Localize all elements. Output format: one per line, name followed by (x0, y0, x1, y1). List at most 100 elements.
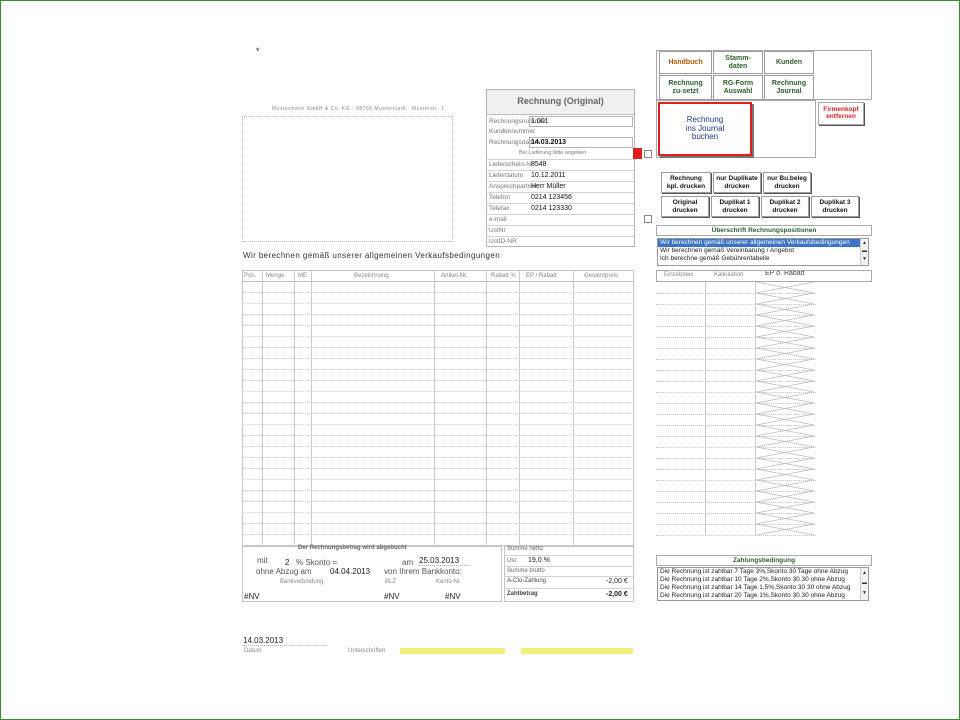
netto-label: Summe netto (507, 546, 543, 552)
signature-field-1[interactable] (400, 648, 505, 654)
contact-value[interactable]: Herr Müller (531, 183, 566, 190)
print-original-button[interactable]: Original drucken (661, 196, 709, 217)
headline-listbox[interactable]: Wir berechnen gemäß unserer allgemeinen … (657, 238, 869, 266)
fax-value[interactable]: 0214 123330 (531, 205, 572, 212)
table-row[interactable] (242, 413, 634, 414)
header-gesamtpreis: Gesamtpreis (584, 273, 619, 279)
stammdaten-button[interactable]: Stamm- daten (713, 51, 763, 74)
table-row[interactable] (242, 490, 634, 491)
ustnr-label: UstNr (489, 227, 506, 234)
table-row[interactable] (242, 468, 634, 469)
asterisk-mark: * (256, 46, 260, 56)
rechnung-zusetzt-button[interactable]: Rechnung zu-setzt (659, 75, 712, 100)
headline-option-1[interactable]: Wir berechnen gemäß unserer allgemeinen … (658, 239, 860, 247)
table-row[interactable] (242, 457, 634, 458)
table-row[interactable] (242, 446, 634, 447)
payment-option-1[interactable]: Die Rechnung ist zahlbar 7 Tage 3%,Skont… (658, 568, 860, 576)
payment-scrollbar[interactable]: ▲ ▬ ▼ (860, 568, 868, 600)
acto-label: A-Cto-Zahlung (507, 578, 547, 584)
headline-option-3[interactable]: Ich berechne gemäß Gebührentabelle (658, 255, 860, 263)
payment-option-3[interactable]: Die Rechnung ist zahlbar 14 Tage 1,5%,Sk… (658, 584, 860, 592)
rechnung-journal-button[interactable]: Rechnung Journal (764, 75, 814, 100)
signature-field-2[interactable] (521, 648, 633, 654)
table-row[interactable] (242, 292, 634, 293)
bank-value: #NV (244, 592, 260, 601)
red-marker (633, 148, 642, 159)
table-row[interactable] (242, 512, 634, 513)
print-duplikat3-button[interactable]: Duplikat 3 drucken (811, 196, 859, 217)
customer-number-label: Kundennummer (489, 128, 536, 135)
ust-value[interactable]: 19,0 % (528, 557, 550, 564)
invoice-title: Rechnung (Original) (517, 96, 604, 106)
delivery-date-value[interactable]: 10.12.2011 (531, 172, 566, 179)
table-row[interactable] (242, 325, 634, 326)
print-duplikat2-button[interactable]: Duplikat 2 drucken (761, 196, 809, 217)
header-me: ME (298, 273, 307, 279)
print-duplicates-button[interactable]: nur Duplikate drucken (713, 172, 761, 193)
mit-label: mit (257, 556, 268, 565)
header-ep-rabatt: EP / Rabatt (526, 273, 557, 279)
table-row[interactable] (242, 380, 634, 381)
contact-label: Ansprechpartner (489, 183, 538, 190)
sender-line: Mustermann GmbH & Co. KG · 98765 Musters… (272, 106, 445, 112)
delivery-number-value[interactable]: 8548 (531, 161, 547, 168)
delivery-note: Bei Lieferung bitte angeben (519, 150, 587, 156)
unterschriften-label: Unterschriften (348, 648, 386, 654)
journal-buchen-button[interactable]: Rechnung ins Journal buchen (658, 102, 752, 156)
invoice-info-box: Rechnung (Original) (486, 89, 635, 247)
ohne-abzug-date[interactable]: 04.04.2013 (330, 567, 370, 576)
phone-value[interactable]: 0214 123456 (531, 194, 572, 201)
table-row[interactable] (242, 358, 634, 359)
payment-option-2[interactable]: Die Rechnung ist zahlbar 10 Tage 2%,Skon… (658, 576, 860, 584)
table-row[interactable] (242, 336, 634, 337)
table-row[interactable] (242, 391, 634, 392)
calc-row (656, 524, 816, 536)
delivery-number-label: Lieferschein-Nr (489, 161, 534, 168)
am-label: am (402, 558, 414, 567)
address-field[interactable] (242, 116, 453, 242)
header-rabatt: Rabatt % (491, 273, 516, 279)
skonto-percent[interactable]: 2 (285, 558, 289, 567)
header-menge: Menge (266, 273, 285, 279)
table-row[interactable] (242, 479, 634, 480)
table-row[interactable] (242, 347, 634, 348)
konto-value: #NV (445, 592, 461, 601)
table-row[interactable] (242, 424, 634, 425)
table-row[interactable] (242, 314, 634, 315)
print-buchbeleg-button[interactable]: nur Bu.beleg drucken (763, 172, 811, 193)
rg-form-button[interactable]: RG-Form Auswahl (713, 75, 763, 100)
payment-terms-title: Zahlungsbedingung (656, 555, 872, 566)
brutto-label: Summe brutto (507, 568, 545, 574)
handbuch-button[interactable]: Handbuch (659, 51, 712, 74)
datum-label: Datum (244, 648, 262, 654)
headline-title: Überschrift Rechnungspositionen (656, 225, 872, 236)
konto-column: Konto-Nr. (436, 579, 462, 585)
checkbox-2[interactable] (644, 215, 652, 223)
ohne-abzug-label: ohne Abzug am (256, 567, 312, 576)
headline-scrollbar[interactable]: ▲ ▬ ▼ (860, 239, 868, 265)
firmenkopf-entfernen-button[interactable]: Firmenkopf entfernen (818, 102, 864, 125)
table-row[interactable] (242, 501, 634, 502)
zahlbetrag-value: -2,00 € (606, 591, 628, 598)
skonto-label: % Skonto = (296, 558, 338, 567)
table-row[interactable] (242, 303, 634, 304)
kunden-button[interactable]: Kunden (764, 51, 814, 74)
header-pos: Pos. (244, 273, 257, 279)
phone-label: Telefon (489, 194, 510, 201)
table-row[interactable] (242, 523, 634, 524)
invoice-number-value: 1.001 (531, 118, 549, 125)
checkbox-1[interactable] (644, 150, 652, 158)
table-row[interactable] (242, 435, 634, 436)
table-row[interactable] (242, 534, 634, 535)
table-row[interactable] (242, 369, 634, 370)
table-row[interactable] (242, 402, 634, 403)
footer-date[interactable]: 14.03.2013 (243, 636, 283, 645)
skonto-date[interactable]: 25.03.2013 (419, 556, 459, 565)
print-complete-button[interactable]: Rechnung kpl. drucken (661, 172, 711, 193)
ust-label: Ust (507, 558, 516, 564)
payment-option-4[interactable]: Die Rechnung ist zahlbar 20 Tage 1%,Skon… (658, 592, 860, 600)
headline-option-2[interactable]: Wir berechnen gemäß Vereinbarung / Angeb… (658, 247, 860, 255)
delivery-date-label: Lieferdatum (489, 172, 524, 179)
print-duplikat1-button[interactable]: Duplikat 1 drucken (711, 196, 759, 217)
payment-terms-listbox[interactable]: Die Rechnung ist zahlbar 7 Tage 3%,Skont… (657, 567, 869, 601)
